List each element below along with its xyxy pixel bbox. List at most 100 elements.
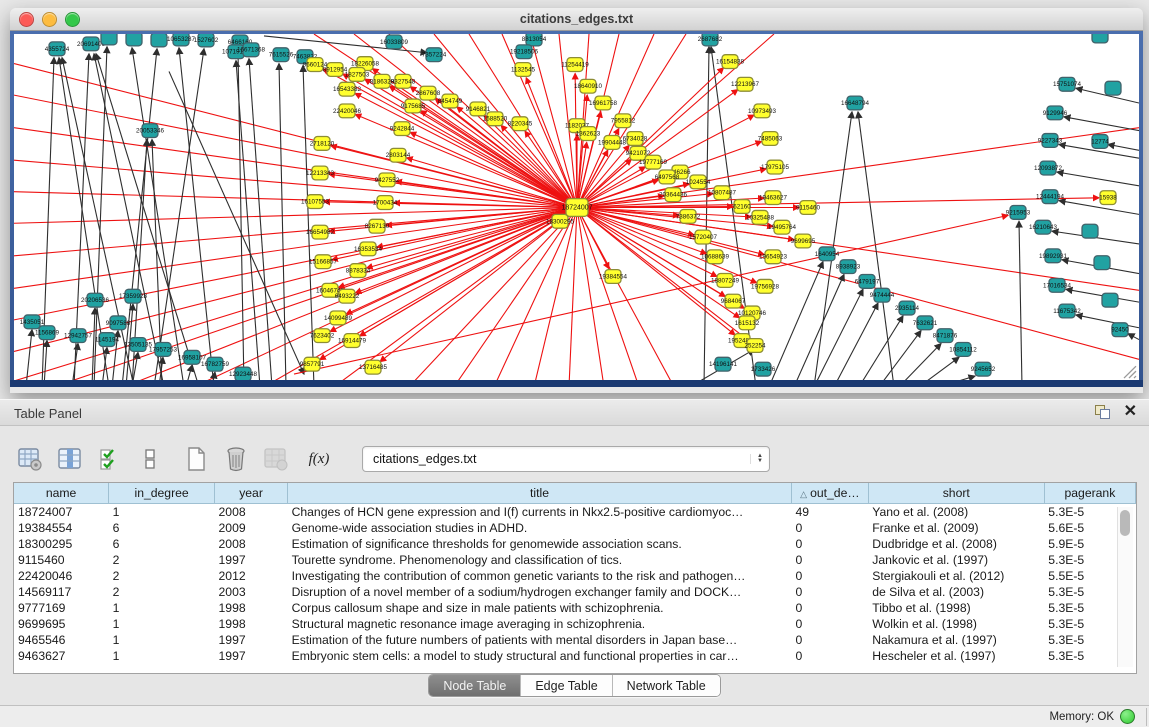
network-node[interactable]: 17359928: [119, 289, 148, 303]
network-node[interactable]: 17975105: [761, 160, 790, 174]
network-node[interactable]: 8267130: [365, 219, 390, 233]
network-node[interactable]: 16033809: [380, 35, 409, 49]
network-node[interactable]: 1527602: [194, 34, 219, 47]
network-node[interactable]: 19654923: [759, 250, 788, 264]
network-node[interactable]: 1700434: [373, 196, 398, 210]
table-cell[interactable]: 0: [791, 552, 868, 568]
table-row[interactable]: 911546021997Tourette syndrome. Phenomeno…: [14, 552, 1136, 568]
table-cell[interactable]: 2012: [215, 568, 288, 584]
network-node[interactable]: 15166857: [309, 255, 338, 269]
network-node[interactable]: 12213967: [731, 77, 760, 91]
network-node[interactable]: 9474444: [870, 288, 895, 302]
table-row[interactable]: 1456911722003Disruption of a novel membe…: [14, 584, 1136, 600]
table-cell[interactable]: Genome-wide association studies in ADHD.: [288, 520, 792, 536]
table-cell[interactable]: 1998: [215, 600, 288, 616]
table-cell[interactable]: Corpus callosum shape and size in male p…: [288, 600, 792, 616]
table-cell[interactable]: Tibbo et al. (1998): [868, 600, 1044, 616]
table-row[interactable]: 1938455462009Genome-wide association stu…: [14, 520, 1136, 536]
column-header-pagerank[interactable]: pagerank: [1044, 483, 1135, 504]
network-node[interactable]: 2718120: [310, 137, 335, 151]
table-cell[interactable]: 1: [109, 632, 215, 648]
table-mode-button[interactable]: [16, 445, 44, 473]
network-node[interactable]: 92450: [1111, 323, 1129, 337]
table-cell[interactable]: de Silva et al. (2003): [868, 584, 1044, 600]
network-node[interactable]: 4355724: [45, 42, 70, 56]
network-node[interactable]: 7955812: [611, 114, 636, 128]
network-node[interactable]: 12774: [1091, 135, 1109, 149]
unselect-all-columns-button[interactable]: [136, 445, 164, 473]
network-node[interactable]: [1094, 256, 1110, 270]
network-node[interactable]: 16210643: [1029, 220, 1058, 234]
table-row[interactable]: 946362711997Embryonic stem cells: a mode…: [14, 648, 1136, 664]
table-scrollbar-track[interactable]: [1117, 507, 1133, 667]
network-node[interactable]: 18640910: [574, 79, 603, 93]
table-cell[interactable]: 1997: [215, 552, 288, 568]
network-node[interactable]: 8938923: [836, 260, 861, 274]
table-cell[interactable]: 2009: [215, 520, 288, 536]
table-cell[interactable]: 0: [791, 584, 868, 600]
network-node[interactable]: 9327548: [391, 74, 416, 88]
table-cell[interactable]: 2008: [215, 504, 288, 521]
new-column-button[interactable]: [182, 445, 210, 473]
network-node[interactable]: 9699695: [791, 234, 816, 248]
network-node[interactable]: 17016534: [1043, 278, 1072, 292]
table-cell[interactable]: Disruption of a novel member of a sodium…: [288, 584, 792, 600]
network-node[interactable]: 1132545: [511, 63, 536, 77]
network-node[interactable]: 16107553: [301, 195, 330, 209]
network-node[interactable]: 15751074: [1053, 77, 1082, 91]
table-row[interactable]: 1872400712008Changes of HCN gene express…: [14, 504, 1136, 521]
table-cell[interactable]: Nakamura et al. (1997): [868, 632, 1044, 648]
table-cell[interactable]: Jankovic et al. (1997): [868, 552, 1044, 568]
network-node[interactable]: 19892931: [1039, 249, 1068, 263]
network-node[interactable]: 16154838: [716, 55, 745, 69]
network-node[interactable]: [1102, 293, 1118, 307]
table-cell[interactable]: Franke et al. (2009): [868, 520, 1044, 536]
network-node[interactable]: 19218506: [510, 45, 539, 59]
network-node[interactable]: 6479197: [855, 275, 880, 289]
table-row[interactable]: 946554611997Estimation of the future num…: [14, 632, 1136, 648]
table-cell[interactable]: 9463627: [14, 648, 109, 664]
table-cell[interactable]: 49: [791, 504, 868, 521]
network-canvas[interactable]: 4355724206914061065328715276026466160107…: [14, 34, 1139, 380]
network-node[interactable]: 16914479: [338, 334, 367, 348]
network-node[interactable]: 20206536: [81, 293, 110, 307]
network-node[interactable]: [1105, 81, 1121, 95]
table-cell[interactable]: 18724007: [14, 504, 109, 521]
delete-table-button-disabled[interactable]: [262, 445, 290, 473]
network-node[interactable]: 8454749: [438, 94, 463, 108]
float-panel-icon[interactable]: [1095, 405, 1110, 419]
table-cell[interactable]: 0: [791, 600, 868, 616]
resize-grip[interactable]: [1124, 366, 1136, 378]
network-node[interactable]: 1640954: [815, 247, 840, 261]
table-cell[interactable]: Estimation of the future numbers of pati…: [288, 632, 792, 648]
table-cell[interactable]: 22420046: [14, 568, 109, 584]
close-panel-icon[interactable]: ✕: [1124, 404, 1137, 420]
network-node[interactable]: 12093872: [1034, 161, 1063, 175]
table-row[interactable]: 2242004622012Investigating the contribut…: [14, 568, 1136, 584]
table-cell[interactable]: Dudbridge et al. (2008): [868, 536, 1044, 552]
network-node[interactable]: 16961758: [589, 96, 618, 110]
network-node[interactable]: 8813054: [522, 34, 547, 46]
table-cell[interactable]: 2008: [215, 536, 288, 552]
table-cell[interactable]: 1997: [215, 648, 288, 664]
network-node[interactable]: 15938: [1099, 191, 1117, 205]
table-row[interactable]: 1830029562008Estimation of significance …: [14, 536, 1136, 552]
table-cell[interactable]: 1998: [215, 616, 288, 632]
table-cell[interactable]: 9777169: [14, 600, 109, 616]
network-node[interactable]: 9129946: [1043, 106, 1068, 120]
table-row[interactable]: 977716911998Corpus callosum shape and si…: [14, 600, 1136, 616]
table-cell[interactable]: Yano et al. (2008): [868, 504, 1044, 521]
network-node[interactable]: 7615526: [269, 48, 294, 62]
table-cell[interactable]: 1: [109, 648, 215, 664]
network-node[interactable]: [1082, 224, 1098, 238]
table-cell[interactable]: 9465546: [14, 632, 109, 648]
table-cell[interactable]: Embryonic stem cells: a model to study s…: [288, 648, 792, 664]
close-window-button[interactable]: [19, 12, 34, 27]
network-node[interactable]: 62160: [733, 200, 751, 214]
network-node[interactable]: 12942757: [64, 329, 93, 343]
column-header-title[interactable]: title: [288, 483, 792, 504]
network-node[interactable]: 9245652: [971, 362, 996, 376]
table-cell[interactable]: 0: [791, 568, 868, 584]
network-node[interactable]: 10325488: [746, 210, 775, 224]
table-cell[interactable]: 18300295: [14, 536, 109, 552]
